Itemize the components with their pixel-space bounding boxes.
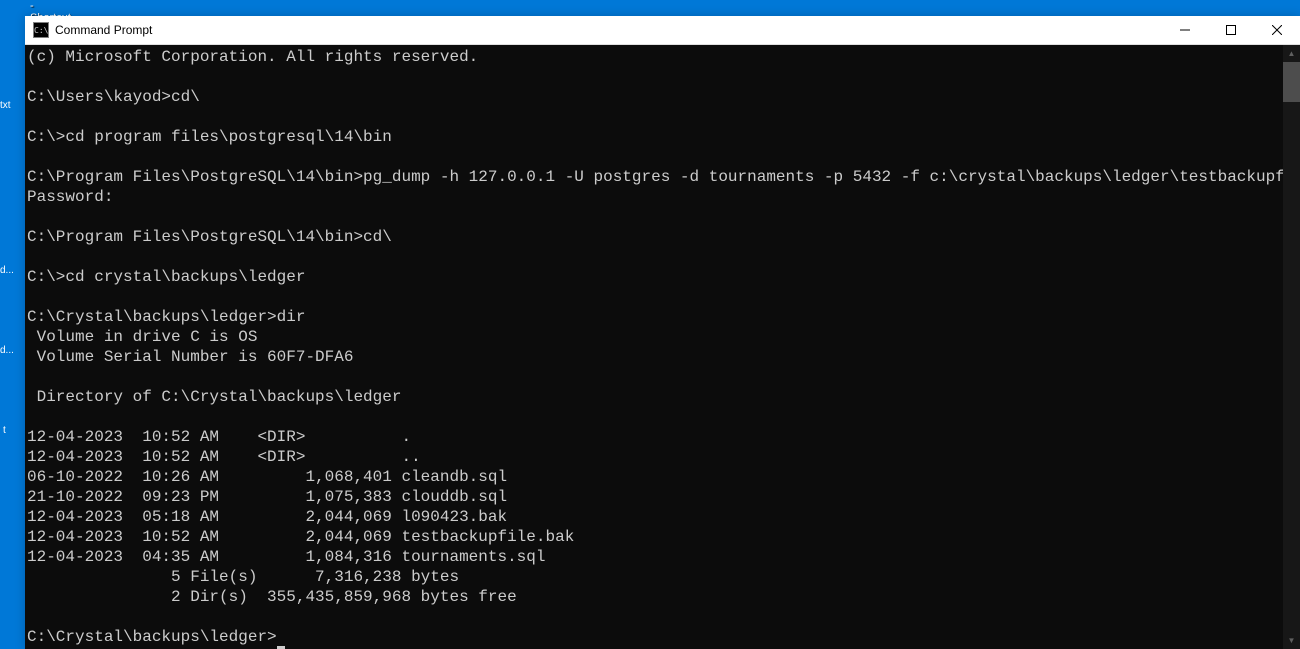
scrollbar-thumb[interactable] <box>1283 62 1300 102</box>
maximize-button[interactable] <box>1208 16 1254 44</box>
scroll-up-arrow[interactable]: ▲ <box>1283 45 1300 62</box>
terminal-area[interactable]: (c) Microsoft Corporation. All rights re… <box>25 45 1300 649</box>
terminal-output[interactable]: (c) Microsoft Corporation. All rights re… <box>25 45 1283 649</box>
desktop-icon-2[interactable]: d... <box>0 265 14 276</box>
desktop-icon-strip: - Shortcut txt d... d... t <box>0 0 20 649</box>
window-controls <box>1162 16 1300 44</box>
desktop-icon-txt[interactable]: txt <box>0 100 11 111</box>
scrollbar[interactable]: ▲ ▼ <box>1283 45 1300 649</box>
close-button[interactable] <box>1254 16 1300 44</box>
desktop-icon-4[interactable]: t <box>3 425 6 436</box>
cmd-icon: C:\ <box>33 22 49 38</box>
window-titlebar[interactable]: C:\ Command Prompt <box>25 16 1300 45</box>
window-title: Command Prompt <box>55 23 1162 37</box>
scroll-down-arrow[interactable]: ▼ <box>1283 632 1300 649</box>
desktop-icon-3[interactable]: d... <box>0 345 14 356</box>
command-prompt-window: C:\ Command Prompt (c) Microsoft Corpora… <box>25 16 1300 649</box>
minimize-button[interactable] <box>1162 16 1208 44</box>
